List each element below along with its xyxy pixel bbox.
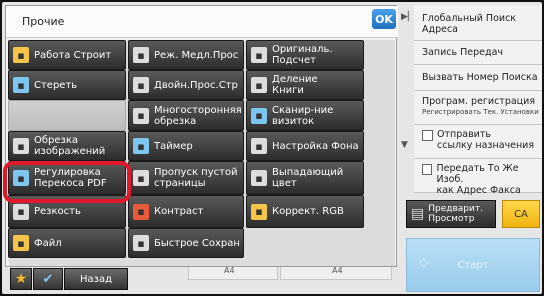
blank-page-skip-icon: ▪ <box>133 170 149 186</box>
program-registration-label: Програм. регистрация <box>422 96 536 107</box>
dual-page-scan-icon: ▪ <box>133 77 149 93</box>
send-destination-link-label: Отправить ссылку назначения <box>437 129 535 151</box>
function-button-color-dropout[interactable]: ▪ Выпадающий цвет <box>246 161 364 195</box>
book-divide-icon: ▪ <box>251 77 267 93</box>
multi-crop-icon: ▪ <box>133 107 149 124</box>
function-label: Многосторонняя обрезка <box>154 104 242 127</box>
record-transmissions-label: Запись Передач <box>422 47 504 58</box>
function-label: Файл <box>34 237 62 249</box>
start-label: Старт <box>457 259 489 271</box>
image-crop-icon: ▪ <box>13 138 29 154</box>
quick-save-icon: ▪ <box>133 235 149 251</box>
favorite-star-icon[interactable]: ★ <box>10 268 32 290</box>
folder-icon: ▪ <box>13 235 29 251</box>
paper-size-left: A4 <box>224 266 235 275</box>
send-destination-link-checkbox[interactable] <box>422 130 433 141</box>
function-label: Реж. Медл.Прос <box>154 49 239 61</box>
record-transmissions-item[interactable]: Запись Передач <box>414 41 542 65</box>
call-search-number-label: Вызвать Номер Поиска <box>422 72 538 83</box>
function-button-folder[interactable]: ▪ Файл <box>8 228 126 258</box>
function-label: Обрезка изображений <box>34 135 106 157</box>
function-label: Двойн.Прос.Стр <box>154 79 238 91</box>
global-address-search-label: Глобальный Поиск Адреса <box>422 13 517 35</box>
function-button-empty <box>8 100 126 131</box>
program-registration-sublabel: Регистрировать Тек. Установки <box>422 108 539 116</box>
function-button-contrast[interactable]: ▪ Контраст <box>128 195 244 228</box>
function-button-document-slow[interactable]: ▪ Реж. Медл.Прос <box>128 40 244 70</box>
function-label: Резкость <box>34 206 81 217</box>
clear-all-button[interactable]: CA <box>502 200 540 228</box>
function-label: Пропуск пустой страницы <box>154 167 238 189</box>
send-same-image-fax-item[interactable]: Передать То Же Изоб. как Адрес Факса <box>414 159 542 196</box>
document-slow-icon: ▪ <box>133 47 149 63</box>
function-button-book-divide[interactable]: ▪ Деление Книги <box>246 70 364 100</box>
preview-icon: ▤ <box>411 206 425 222</box>
rgb-adjust-icon: ▪ <box>251 203 267 220</box>
expand-right-arrow-icon[interactable]: ▶▏ <box>401 12 415 22</box>
function-button-erase[interactable]: ▪ Стереть <box>8 70 126 100</box>
global-address-search-item[interactable]: Глобальный Поиск Адреса <box>414 5 542 41</box>
function-button-book-stack[interactable]: ▪ Работа Строит <box>8 40 126 70</box>
erase-icon: ▪ <box>13 77 29 93</box>
function-button-document-count[interactable]: ▪ Оригиналь. Подсчет <box>246 40 364 70</box>
function-label: Деление Книги <box>272 74 318 96</box>
function-button-timer[interactable]: ▪ Таймер <box>128 131 244 161</box>
function-label: Таймер <box>154 140 193 152</box>
function-label: Контраст <box>154 206 204 217</box>
send-destination-link-item[interactable]: Отправить ссылку назначения <box>414 125 542 159</box>
program-registration-item[interactable]: Програм. регистрация Регистрировать Тек.… <box>414 91 542 125</box>
back-button[interactable]: Назад <box>64 268 128 290</box>
function-label: Коррект. RGB <box>272 206 344 217</box>
popup-header: Прочие OK <box>6 6 398 38</box>
send-same-image-fax-label: Передать То Же Изоб. как Адрес Факса <box>436 163 521 196</box>
send-same-image-fax-checkbox[interactable] <box>422 164 433 175</box>
function-label: Сканир-ние визиток <box>272 104 334 127</box>
scroll-down-arrow-icon[interactable]: ▼ <box>401 140 408 150</box>
function-button-rgb-adjust[interactable]: ▪ Коррект. RGB <box>246 195 364 228</box>
call-search-number-item[interactable]: Вызвать Номер Поиска <box>414 65 542 91</box>
function-label: Работа Строит <box>34 49 112 61</box>
contrast-icon: ▪ <box>133 203 149 220</box>
function-label: Настройка Фона <box>272 140 359 152</box>
function-button-card-scan[interactable]: ▪ Сканир-ние визиток <box>246 100 364 131</box>
function-button-background-adjust[interactable]: ▪ Настройка Фона <box>246 131 364 161</box>
paper-size-right: A4 <box>332 266 343 275</box>
card-scan-icon: ▪ <box>251 107 267 124</box>
start-diamond-icon: ◇ <box>419 255 429 269</box>
sharpness-icon: ▪ <box>13 203 29 220</box>
function-label: Оригиналь. Подсчет <box>272 44 333 66</box>
selection-highlight <box>3 161 131 203</box>
checkmark-icon[interactable]: ✔ <box>33 268 63 290</box>
timer-icon: ▪ <box>133 138 149 154</box>
function-label: Стереть <box>34 79 78 91</box>
popup-title: Прочие <box>22 15 65 28</box>
function-button-blank-page-skip[interactable]: ▪ Пропуск пустой страницы <box>128 161 244 195</box>
function-button-image-crop[interactable]: ▪ Обрезка изображений <box>8 131 126 161</box>
color-dropout-icon: ▪ <box>251 170 267 186</box>
preview-label: Предварит. Просмотр <box>428 204 483 224</box>
preview-button[interactable]: ▤ Предварит. Просмотр <box>406 200 496 228</box>
function-button-quick-save[interactable]: ▪ Быстрое Сохран <box>128 228 244 258</box>
function-button-dual-page-scan[interactable]: ▪ Двойн.Прос.Стр <box>128 70 244 100</box>
ok-button[interactable]: OK <box>372 9 396 29</box>
function-label: Выпадающий цвет <box>272 167 344 189</box>
background-adjust-icon: ▪ <box>251 138 267 154</box>
start-button[interactable]: ◇ Старт <box>406 238 540 292</box>
device-screen: A4 A4 Прочие OK ▪ Работа Строит ▪ Реж. Медл… <box>0 0 544 296</box>
book-stack-icon: ▪ <box>13 47 29 63</box>
function-label: Быстрое Сохран <box>154 237 240 249</box>
document-count-icon: ▪ <box>251 47 267 63</box>
function-button-multi-crop[interactable]: ▪ Многосторонняя обрезка <box>128 100 244 131</box>
